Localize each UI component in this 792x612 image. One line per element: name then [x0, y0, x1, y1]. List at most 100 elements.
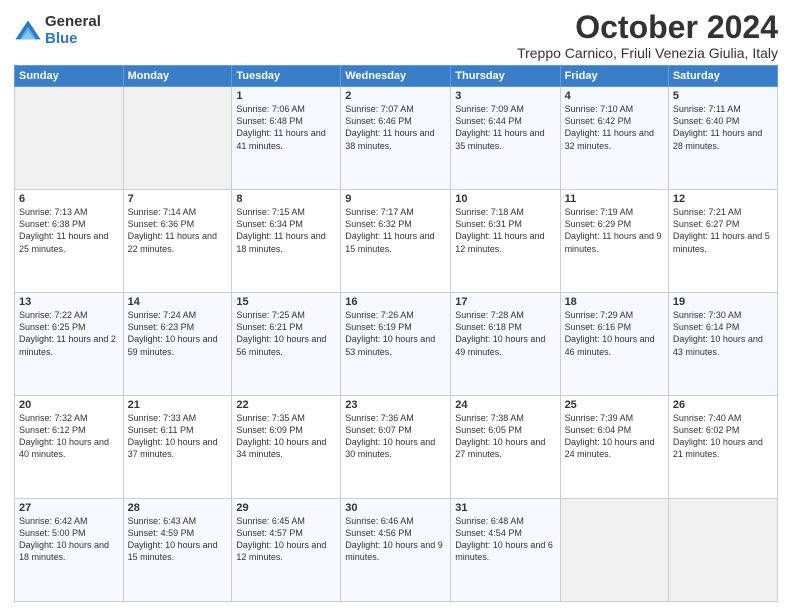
calendar-body: 1Sunrise: 7:06 AM Sunset: 6:48 PM Daylig… — [15, 87, 778, 602]
day-number: 23 — [345, 399, 446, 411]
day-info: Sunrise: 7:36 AM Sunset: 6:07 PM Dayligh… — [345, 412, 446, 461]
day-info: Sunrise: 7:24 AM Sunset: 6:23 PM Dayligh… — [128, 309, 228, 358]
day-info: Sunrise: 7:30 AM Sunset: 6:14 PM Dayligh… — [673, 309, 773, 358]
day-number: 26 — [673, 399, 773, 411]
day-info: Sunrise: 7:26 AM Sunset: 6:19 PM Dayligh… — [345, 309, 446, 358]
calendar-cell: 4Sunrise: 7:10 AM Sunset: 6:42 PM Daylig… — [560, 87, 668, 190]
day-number: 19 — [673, 296, 773, 308]
calendar-cell: 25Sunrise: 7:39 AM Sunset: 6:04 PM Dayli… — [560, 396, 668, 499]
day-header-sunday: Sunday — [15, 66, 124, 87]
day-info: Sunrise: 7:06 AM Sunset: 6:48 PM Dayligh… — [236, 103, 336, 152]
calendar-cell: 8Sunrise: 7:15 AM Sunset: 6:34 PM Daylig… — [232, 190, 341, 293]
day-info: Sunrise: 7:40 AM Sunset: 6:02 PM Dayligh… — [673, 412, 773, 461]
day-header-thursday: Thursday — [451, 66, 560, 87]
calendar-cell: 21Sunrise: 7:33 AM Sunset: 6:11 PM Dayli… — [123, 396, 232, 499]
day-number: 8 — [236, 193, 336, 205]
day-info: Sunrise: 7:38 AM Sunset: 6:05 PM Dayligh… — [455, 412, 555, 461]
day-number: 17 — [455, 296, 555, 308]
calendar-cell: 9Sunrise: 7:17 AM Sunset: 6:32 PM Daylig… — [341, 190, 451, 293]
calendar-header: SundayMondayTuesdayWednesdayThursdayFrid… — [15, 66, 778, 87]
calendar-cell: 31Sunrise: 6:48 AM Sunset: 4:54 PM Dayli… — [451, 499, 560, 602]
day-number: 4 — [565, 90, 664, 102]
day-info: Sunrise: 7:11 AM Sunset: 6:40 PM Dayligh… — [673, 103, 773, 152]
calendar-week-3: 13Sunrise: 7:22 AM Sunset: 6:25 PM Dayli… — [15, 293, 778, 396]
day-header-row: SundayMondayTuesdayWednesdayThursdayFrid… — [15, 66, 778, 87]
day-info: Sunrise: 6:46 AM Sunset: 4:56 PM Dayligh… — [345, 515, 446, 564]
day-number: 14 — [128, 296, 228, 308]
day-info: Sunrise: 7:35 AM Sunset: 6:09 PM Dayligh… — [236, 412, 336, 461]
calendar-cell: 24Sunrise: 7:38 AM Sunset: 6:05 PM Dayli… — [451, 396, 560, 499]
logo: General Blue — [14, 14, 101, 47]
location-subtitle: Treppo Carnico, Friuli Venezia Giulia, I… — [517, 45, 778, 61]
day-info: Sunrise: 6:42 AM Sunset: 5:00 PM Dayligh… — [19, 515, 119, 564]
calendar-cell: 22Sunrise: 7:35 AM Sunset: 6:09 PM Dayli… — [232, 396, 341, 499]
day-number: 12 — [673, 193, 773, 205]
day-number: 21 — [128, 399, 228, 411]
day-number: 2 — [345, 90, 446, 102]
day-number: 29 — [236, 502, 336, 514]
day-header-friday: Friday — [560, 66, 668, 87]
day-header-wednesday: Wednesday — [341, 66, 451, 87]
day-number: 22 — [236, 399, 336, 411]
day-number: 11 — [565, 193, 664, 205]
day-number: 31 — [455, 502, 555, 514]
calendar: SundayMondayTuesdayWednesdayThursdayFrid… — [14, 65, 778, 602]
calendar-cell: 20Sunrise: 7:32 AM Sunset: 6:12 PM Dayli… — [15, 396, 124, 499]
day-number: 15 — [236, 296, 336, 308]
calendar-cell: 2Sunrise: 7:07 AM Sunset: 6:46 PM Daylig… — [341, 87, 451, 190]
day-number: 6 — [19, 193, 119, 205]
title-block: October 2024 Treppo Carnico, Friuli Vene… — [517, 10, 778, 61]
day-info: Sunrise: 7:18 AM Sunset: 6:31 PM Dayligh… — [455, 206, 555, 255]
calendar-cell: 12Sunrise: 7:21 AM Sunset: 6:27 PM Dayli… — [668, 190, 777, 293]
calendar-cell: 14Sunrise: 7:24 AM Sunset: 6:23 PM Dayli… — [123, 293, 232, 396]
calendar-week-2: 6Sunrise: 7:13 AM Sunset: 6:38 PM Daylig… — [15, 190, 778, 293]
day-info: Sunrise: 7:29 AM Sunset: 6:16 PM Dayligh… — [565, 309, 664, 358]
day-info: Sunrise: 7:25 AM Sunset: 6:21 PM Dayligh… — [236, 309, 336, 358]
day-header-tuesday: Tuesday — [232, 66, 341, 87]
day-number: 7 — [128, 193, 228, 205]
calendar-cell: 18Sunrise: 7:29 AM Sunset: 6:16 PM Dayli… — [560, 293, 668, 396]
calendar-cell: 26Sunrise: 7:40 AM Sunset: 6:02 PM Dayli… — [668, 396, 777, 499]
day-number: 16 — [345, 296, 446, 308]
calendar-cell: 23Sunrise: 7:36 AM Sunset: 6:07 PM Dayli… — [341, 396, 451, 499]
day-info: Sunrise: 7:09 AM Sunset: 6:44 PM Dayligh… — [455, 103, 555, 152]
header: General Blue October 2024 Treppo Carnico… — [14, 10, 778, 61]
logo-text: General Blue — [45, 14, 101, 47]
day-number: 20 — [19, 399, 119, 411]
calendar-cell: 3Sunrise: 7:09 AM Sunset: 6:44 PM Daylig… — [451, 87, 560, 190]
day-header-saturday: Saturday — [668, 66, 777, 87]
day-info: Sunrise: 6:43 AM Sunset: 4:59 PM Dayligh… — [128, 515, 228, 564]
calendar-cell: 7Sunrise: 7:14 AM Sunset: 6:36 PM Daylig… — [123, 190, 232, 293]
calendar-cell: 29Sunrise: 6:45 AM Sunset: 4:57 PM Dayli… — [232, 499, 341, 602]
calendar-cell: 1Sunrise: 7:06 AM Sunset: 6:48 PM Daylig… — [232, 87, 341, 190]
day-info: Sunrise: 7:21 AM Sunset: 6:27 PM Dayligh… — [673, 206, 773, 255]
calendar-cell: 16Sunrise: 7:26 AM Sunset: 6:19 PM Dayli… — [341, 293, 451, 396]
calendar-cell: 6Sunrise: 7:13 AM Sunset: 6:38 PM Daylig… — [15, 190, 124, 293]
page: General Blue October 2024 Treppo Carnico… — [0, 0, 792, 612]
day-number: 28 — [128, 502, 228, 514]
day-number: 13 — [19, 296, 119, 308]
day-number: 1 — [236, 90, 336, 102]
day-number: 25 — [565, 399, 664, 411]
day-header-monday: Monday — [123, 66, 232, 87]
day-info: Sunrise: 7:07 AM Sunset: 6:46 PM Dayligh… — [345, 103, 446, 152]
calendar-cell: 27Sunrise: 6:42 AM Sunset: 5:00 PM Dayli… — [15, 499, 124, 602]
calendar-cell: 5Sunrise: 7:11 AM Sunset: 6:40 PM Daylig… — [668, 87, 777, 190]
day-number: 9 — [345, 193, 446, 205]
day-info: Sunrise: 7:15 AM Sunset: 6:34 PM Dayligh… — [236, 206, 336, 255]
day-info: Sunrise: 7:13 AM Sunset: 6:38 PM Dayligh… — [19, 206, 119, 255]
day-info: Sunrise: 7:10 AM Sunset: 6:42 PM Dayligh… — [565, 103, 664, 152]
calendar-cell: 19Sunrise: 7:30 AM Sunset: 6:14 PM Dayli… — [668, 293, 777, 396]
calendar-cell — [668, 499, 777, 602]
day-number: 24 — [455, 399, 555, 411]
day-info: Sunrise: 7:17 AM Sunset: 6:32 PM Dayligh… — [345, 206, 446, 255]
day-number: 18 — [565, 296, 664, 308]
day-number: 10 — [455, 193, 555, 205]
calendar-cell: 28Sunrise: 6:43 AM Sunset: 4:59 PM Dayli… — [123, 499, 232, 602]
calendar-cell — [15, 87, 124, 190]
calendar-cell: 30Sunrise: 6:46 AM Sunset: 4:56 PM Dayli… — [341, 499, 451, 602]
calendar-cell: 10Sunrise: 7:18 AM Sunset: 6:31 PM Dayli… — [451, 190, 560, 293]
logo-general: General — [45, 14, 101, 31]
month-title: October 2024 — [517, 10, 778, 45]
day-info: Sunrise: 7:39 AM Sunset: 6:04 PM Dayligh… — [565, 412, 664, 461]
